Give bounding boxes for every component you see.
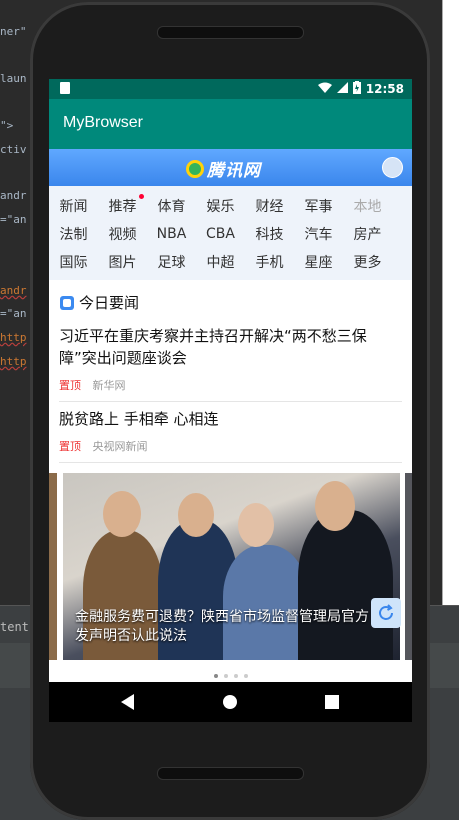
site-logo[interactable]: 腾讯网	[186, 156, 261, 181]
channel-item[interactable]: 星座	[294, 252, 343, 272]
user-avatar-icon[interactable]	[382, 157, 403, 178]
device-screen: 12:58 MyBrowser 腾讯网 新闻 推荐 体育 娱乐 财经 军事 本地	[49, 79, 412, 722]
bottom-speaker	[157, 767, 304, 780]
code-line: laun	[0, 72, 27, 85]
site-logo-text: 腾讯网	[207, 161, 261, 181]
channel-item[interactable]: 视频	[98, 224, 147, 244]
clock: 12:58	[365, 82, 404, 96]
channel-item[interactable]: 财经	[245, 196, 294, 216]
channel-item[interactable]: 娱乐	[196, 196, 245, 216]
notification-dot	[139, 194, 144, 199]
code-line: ">	[0, 119, 14, 132]
channel-row: 新闻 推荐 体育 娱乐 财经 军事 本地	[49, 192, 412, 220]
channel-item[interactable]: 体育	[147, 196, 196, 216]
channel-item[interactable]: 本地	[343, 196, 392, 216]
channel-item[interactable]: CBA	[196, 226, 245, 242]
code-line: ="an	[0, 307, 27, 320]
channel-item[interactable]: 新闻	[49, 196, 98, 216]
status-bar: 12:58	[49, 79, 412, 99]
code-line: andr	[0, 284, 27, 297]
refresh-icon	[379, 604, 393, 620]
carousel-caption[interactable]: 金融服务费可退费？陕西省市场监督管理局官方发声明否认此说法	[75, 608, 375, 646]
channel-item[interactable]: 国际	[49, 252, 98, 272]
qq-logo-icon	[186, 159, 204, 178]
carousel-prev-slide[interactable]	[49, 473, 57, 660]
code-line: andr	[0, 189, 27, 202]
channel-item[interactable]: 汽车	[294, 224, 343, 244]
news-item[interactable]: 脱贫路上 手相牵 心相连 置顶 央视网新闻	[59, 402, 402, 463]
photo-head	[103, 491, 141, 537]
channel-item[interactable]: 科技	[245, 224, 294, 244]
section-header: 今日要闻	[49, 280, 412, 319]
recents-icon[interactable]	[325, 695, 339, 709]
news-source: 央视网新闻	[92, 440, 148, 453]
photo-carousel[interactable]: 金融服务费可退费？陕西省市场监督管理局官方发声明否认此说法	[49, 473, 412, 678]
carousel-indicator	[49, 663, 412, 682]
signal-icon	[336, 82, 348, 96]
code-line: http	[0, 331, 27, 344]
home-icon[interactable]	[222, 694, 238, 710]
code-line: http	[0, 355, 27, 368]
refresh-button[interactable]	[371, 598, 401, 628]
code-line: ="an	[0, 213, 27, 226]
webview[interactable]: 腾讯网 新闻 推荐 体育 娱乐 财经 军事 本地 法制 视频 NBA CBA 科…	[49, 149, 412, 682]
pinned-tag: 置顶	[59, 440, 81, 453]
carousel-dot[interactable]	[233, 674, 238, 678]
channel-item[interactable]: 图片	[98, 252, 147, 272]
channel-item[interactable]: 中超	[196, 252, 245, 272]
site-header: 腾讯网	[49, 149, 412, 186]
pinned-tag: 置顶	[59, 379, 81, 392]
photo-head	[238, 503, 274, 547]
photo-head	[315, 481, 355, 531]
app-bar: MyBrowser	[49, 99, 412, 149]
carousel-next-slide[interactable]	[405, 473, 412, 660]
channel-row: 国际 图片 足球 中超 手机 星座 更多	[49, 248, 412, 276]
channel-item[interactable]: 军事	[294, 196, 343, 216]
ide-side-panel	[442, 0, 459, 605]
channel-item[interactable]: 足球	[147, 252, 196, 272]
channel-item[interactable]: 法制	[49, 224, 98, 244]
channel-nav: 新闻 推荐 体育 娱乐 财经 军事 本地 法制 视频 NBA CBA 科技 汽车…	[49, 186, 412, 280]
sd-card-icon	[60, 82, 70, 94]
wifi-icon	[317, 82, 332, 96]
channel-item[interactable]: 推荐	[98, 194, 147, 216]
photo-head	[178, 493, 214, 537]
section-title: 今日要闻	[79, 294, 140, 312]
back-icon[interactable]	[121, 694, 135, 710]
channel-item[interactable]: 手机	[245, 252, 294, 272]
top-speaker	[157, 26, 304, 39]
channel-row: 法制 视频 NBA CBA 科技 汽车 房产	[49, 220, 412, 248]
channel-item[interactable]: 房产	[343, 224, 392, 244]
code-line: ner"	[0, 25, 27, 38]
news-title[interactable]: 脱贫路上 手相牵 心相连	[59, 408, 402, 430]
news-title[interactable]: 习近平在重庆考察并主持召开解决“两不愁三保障”突出问题座谈会	[59, 325, 402, 369]
carousel-dot[interactable]	[243, 674, 248, 678]
app-title: MyBrowser	[63, 114, 144, 131]
carousel-dot[interactable]	[223, 674, 228, 678]
news-source: 新华网	[92, 379, 126, 392]
battery-icon	[352, 81, 361, 97]
carousel-slide[interactable]: 金融服务费可退费？陕西省市场监督管理局官方发声明否认此说法	[63, 473, 400, 660]
android-nav-bar	[49, 682, 412, 722]
code-line: ctiv	[0, 143, 27, 156]
channel-item[interactable]: NBA	[147, 226, 196, 242]
channel-item[interactable]: 更多	[343, 252, 392, 272]
news-section-icon	[60, 295, 74, 310]
news-item[interactable]: 习近平在重庆考察并主持召开解决“两不愁三保障”突出问题座谈会 置顶 新华网	[59, 319, 402, 402]
carousel-dot[interactable]	[213, 674, 218, 678]
